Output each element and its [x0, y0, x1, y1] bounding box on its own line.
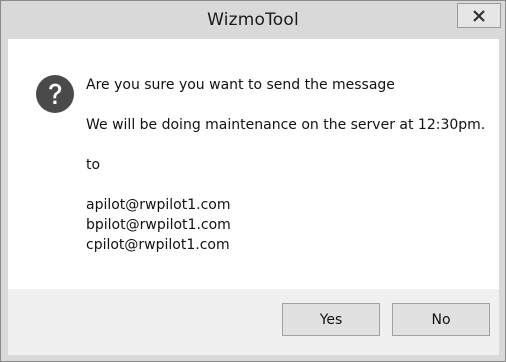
recipient-item: cpilot@rwpilot1.com — [86, 237, 230, 253]
question-icon — [36, 75, 74, 113]
close-icon — [473, 9, 485, 22]
message-line-to: to — [86, 157, 101, 173]
dialog-window: WizmoTool Are you sure you want to send … — [0, 0, 506, 362]
close-button[interactable] — [457, 3, 501, 28]
recipient-item: bpilot@rwpilot1.com — [86, 217, 231, 233]
message-line-question: Are you sure you want to send the messag… — [86, 77, 395, 93]
window-title: WizmoTool — [207, 10, 299, 30]
message-line-body: We will be doing maintenance on the serv… — [86, 117, 486, 133]
button-bar: Yes No — [8, 289, 499, 355]
yes-button[interactable]: Yes — [282, 303, 380, 336]
no-button[interactable]: No — [392, 303, 490, 336]
message-text: Are you sure you want to send the messag… — [86, 75, 486, 255]
title-bar: WizmoTool — [1, 1, 505, 39]
dialog-content: Are you sure you want to send the messag… — [8, 39, 499, 289]
recipient-item: apilot@rwpilot1.com — [86, 197, 231, 213]
